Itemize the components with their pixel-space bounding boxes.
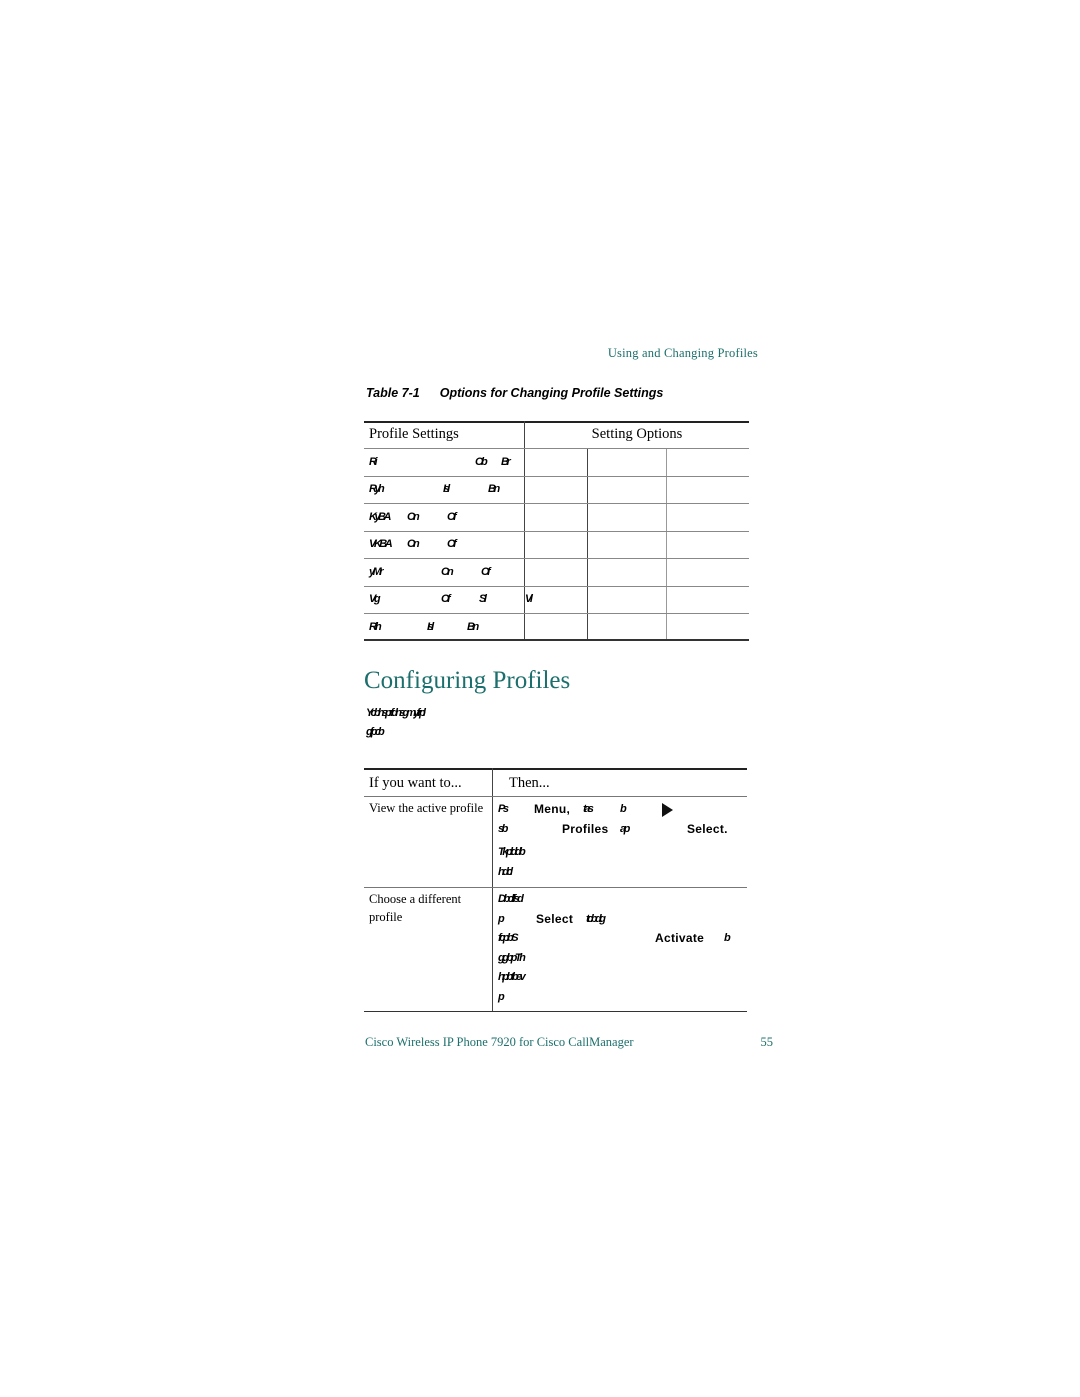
intro-line: gfpcb <box>366 726 385 738</box>
header-then: Then... <box>509 775 550 791</box>
row-option: Of <box>447 511 457 523</box>
row-option: On <box>407 538 420 550</box>
step-text: fcpbS <box>498 932 519 944</box>
step-text: tas <box>583 803 594 815</box>
row-label: Rih <box>369 621 382 633</box>
row-label: Ryh <box>369 483 385 495</box>
section-intro: Ycbhsprfdnsgmyfrpl gfpcb <box>366 704 426 742</box>
row-option: Of <box>447 538 457 550</box>
step-line: hdcl <box>498 863 744 883</box>
profile-settings-table: Profile Settings Setting Options Ri Ob B… <box>364 421 749 643</box>
row-label: Ri <box>369 456 378 468</box>
page-number: 55 <box>760 1035 774 1049</box>
step-text: Dbcllfsd <box>498 893 524 905</box>
step-line: sb Profiles ap Select. <box>498 820 744 840</box>
table-title: Options for Changing Profile Settings <box>439 386 664 400</box>
step-line: p Select tcbdg <box>498 910 744 930</box>
row-divider <box>364 796 747 797</box>
step-text: p <box>498 912 505 925</box>
row-option: Bn <box>488 483 500 495</box>
header-setting-options: Setting Options <box>591 426 683 442</box>
table-top-rule <box>364 768 747 770</box>
header-if-you-want-to: If you want to... <box>369 775 462 791</box>
action-choose-different-profile: Choose a different profile <box>369 892 462 924</box>
step-text: hdcl <box>498 865 513 878</box>
step-text: ap <box>620 822 630 835</box>
row-divider <box>364 503 749 504</box>
row-label: KyBA <box>369 511 391 523</box>
table-bottom-rule <box>364 1011 747 1012</box>
step-text: ggbpTh <box>498 951 526 964</box>
action-table: If you want to... Then... View the activ… <box>364 768 747 1014</box>
table-bottom-rule <box>364 639 749 641</box>
row-option: Of <box>481 566 491 578</box>
row-label: Vg <box>369 593 381 605</box>
step-text: tcbdg <box>586 912 606 925</box>
step-line: Ps Menu, tas b <box>498 800 744 820</box>
page-footer: Cisco Wireless IP Phone 7920 for Cisco C… <box>365 1034 775 1050</box>
step-text: b <box>620 803 627 815</box>
section-title: Configuring Profiles <box>364 667 571 694</box>
right-arrow-icon <box>662 803 673 817</box>
step-line: p <box>498 988 744 1008</box>
row-label: VKBA <box>369 538 393 550</box>
menu-item-profiles: Profiles <box>562 821 609 836</box>
row-option: On <box>441 566 454 578</box>
row-option: Vl <box>525 593 533 605</box>
row-option: Isl <box>443 483 450 495</box>
row-option: Isl <box>427 621 434 633</box>
step-line: fcpbS Activate b <box>498 929 744 949</box>
step-text: p <box>498 990 505 1003</box>
footer-title: Cisco Wireless IP Phone 7920 for Cisco C… <box>365 1035 634 1049</box>
step-text: hpbtbev <box>498 971 526 983</box>
step-line: Dbcllfsd <box>498 890 744 910</box>
intro-line: Ycbhsprfdnsgmyfrpl <box>366 707 426 719</box>
running-head: Using and Changing Profiles <box>607 346 758 360</box>
row-divider <box>364 558 749 559</box>
steps-choose-different-profile: Dbcllfsd p Select tcbdg fcpbS Activate b… <box>498 890 744 1007</box>
step-text: sb <box>498 822 508 835</box>
column-divider <box>492 768 493 1012</box>
softkey-menu: Menu, <box>534 802 571 816</box>
row-option: Bn <box>467 621 479 633</box>
softkey-select: Select. <box>687 821 728 836</box>
action-view-active-profile: View the active profile <box>369 801 484 815</box>
row-label: yMr <box>369 566 384 578</box>
row-option: Of <box>441 593 451 605</box>
step-text: Tkplddb <box>498 846 526 858</box>
step-line: Tkplddb <box>498 843 744 863</box>
row-option: Br <box>501 456 511 468</box>
table-number: Table 7-1 <box>366 386 420 400</box>
step-line: ggbpTh <box>498 949 744 969</box>
step-line: hpbtbev <box>498 968 744 988</box>
row-divider <box>364 476 749 477</box>
row-divider <box>364 448 749 449</box>
row-option: Ob <box>475 456 488 468</box>
row-option: Sl <box>479 593 487 605</box>
step-text: Ps <box>498 803 509 815</box>
softkey-select: Select <box>536 911 574 926</box>
steps-view-active-profile: Ps Menu, tas b sb Profiles ap Select. Tk… <box>498 800 744 882</box>
softkey-activate: Activate <box>655 931 705 945</box>
header-profile-settings: Profile Settings <box>369 426 459 442</box>
row-divider <box>364 887 747 888</box>
row-divider <box>364 586 749 587</box>
table-caption: Table 7-1 Options for Changing Profile Se… <box>366 386 663 400</box>
row-option: On <box>407 511 420 523</box>
row-divider <box>364 613 749 614</box>
step-text: b <box>724 932 731 944</box>
row-divider <box>364 531 749 532</box>
